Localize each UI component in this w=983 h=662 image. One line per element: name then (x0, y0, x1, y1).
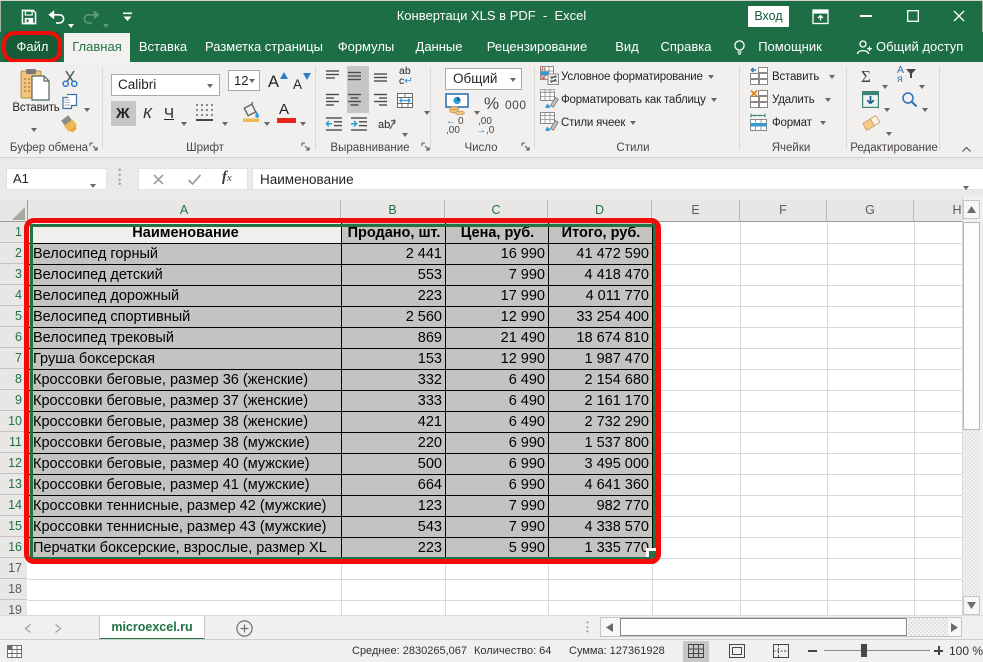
svg-text:ab: ab (378, 119, 390, 131)
